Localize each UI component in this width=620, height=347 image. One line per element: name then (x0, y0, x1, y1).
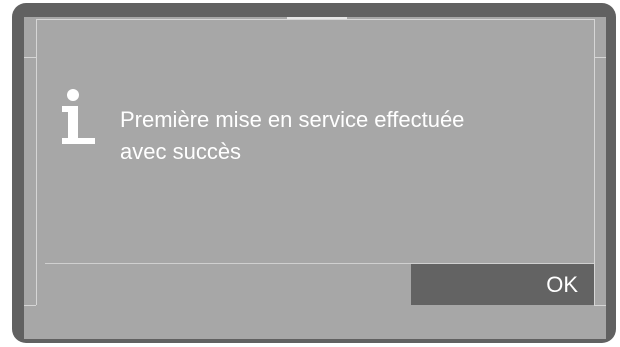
right-notch-top (594, 57, 606, 58)
ok-button[interactable]: OK (411, 264, 594, 305)
info-icon (62, 88, 100, 148)
dialog-right-line (594, 19, 595, 305)
dialog-top-line (36, 19, 594, 20)
left-notch-bottom (24, 305, 36, 306)
dialog-message: Première mise en service effectuée avec … (120, 107, 465, 164)
left-notch-top (24, 57, 36, 58)
dialog-left-line (36, 19, 37, 305)
right-notch-bottom (594, 305, 606, 306)
